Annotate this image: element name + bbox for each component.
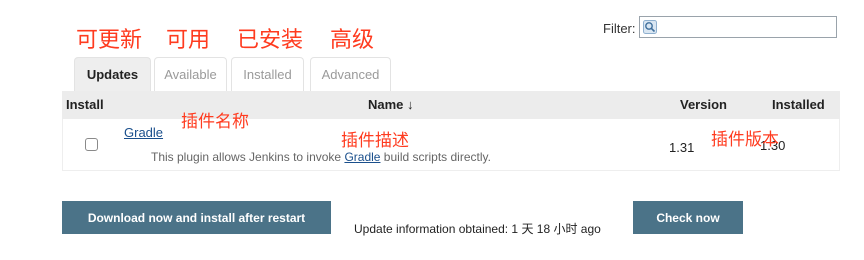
plugin-name-link[interactable]: Gradle — [124, 125, 163, 140]
tab-updates[interactable]: Updates — [74, 57, 151, 91]
plugin-desc-after: build scripts directly. — [380, 150, 491, 164]
tab-installed[interactable]: Installed — [231, 57, 304, 91]
download-install-button[interactable]: Download now and install after restart — [62, 201, 331, 234]
plugin-desc-link[interactable]: Gradle — [344, 150, 380, 164]
header-version[interactable]: Version — [680, 97, 727, 112]
annotation-updates: 可更新 — [76, 28, 143, 53]
annotation-installed: 已安装 — [237, 28, 304, 53]
search-icon — [643, 20, 657, 34]
annotation-plugin-desc: 插件描述 — [341, 131, 409, 151]
filter-label: Filter: — [603, 21, 636, 36]
table-header: Install Name ↓ Version Installed — [62, 91, 840, 120]
header-installed[interactable]: Installed — [772, 97, 825, 112]
install-checkbox[interactable] — [85, 138, 98, 151]
tab-available[interactable]: Available — [154, 57, 227, 91]
plugin-desc-before: This plugin allows Jenkins to invoke — [151, 150, 345, 164]
filter-input[interactable] — [639, 16, 837, 38]
annotation-plugin-name: 插件名称 — [181, 112, 249, 132]
plugin-description: This plugin allows Jenkins to invoke Gra… — [151, 150, 491, 164]
update-info-text: Update information obtained: 1 天 18 小时 a… — [354, 222, 601, 236]
annotation-available: 可用 — [166, 28, 211, 53]
plugin-version: 1.31 — [669, 140, 695, 155]
header-install[interactable]: Install — [66, 97, 104, 112]
header-name[interactable]: Name ↓ — [368, 97, 414, 112]
annotation-advanced: 高级 — [330, 28, 375, 53]
annotation-plugin-version: 插件版本 — [711, 130, 779, 150]
tab-advanced[interactable]: Advanced — [310, 57, 391, 91]
check-now-button[interactable]: Check now — [633, 201, 743, 234]
